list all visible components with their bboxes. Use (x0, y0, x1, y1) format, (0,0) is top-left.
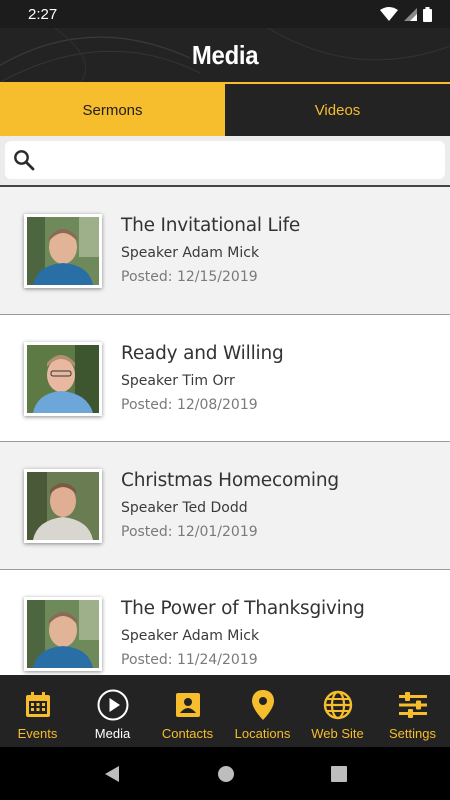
status-time: 2:27 (28, 5, 58, 23)
speaker-photo (24, 596, 102, 671)
sermon-speaker: Speaker Adam Mick (121, 627, 260, 644)
back-icon[interactable] (103, 765, 121, 783)
signal-icon (404, 7, 417, 21)
status-icons (380, 6, 432, 22)
nav-label-settings: Settings (389, 726, 436, 741)
sermon-row[interactable]: The Power of Thanksgiving Speaker Adam M… (0, 569, 450, 675)
sermon-row[interactable]: The Invitational Life Speaker Adam Mick … (0, 187, 450, 315)
nav-label-media: Media (94, 726, 131, 741)
nav-item-web-site[interactable]: Web Site (300, 675, 375, 747)
sliders-icon (397, 689, 429, 721)
wifi-icon (380, 7, 398, 21)
contact-card-icon (172, 689, 204, 721)
tab-sermons[interactable]: Sermons (0, 84, 225, 136)
sermon-posted-date: Posted: 11/24/2019 (121, 651, 258, 668)
sermon-speaker: Speaker Ted Dodd (121, 500, 248, 516)
sermon-title: The Invitational Life (121, 215, 301, 236)
page-title: Media (191, 39, 259, 70)
sermon-posted-date: Posted: 12/01/2019 (121, 524, 258, 540)
bottom-nav: Events Media Contacts Locations Web Site… (0, 675, 450, 747)
nav-label-events: Events (17, 726, 58, 741)
search-input[interactable] (43, 141, 445, 179)
sermon-row[interactable]: Ready and Willing Speaker Tim Orr Posted… (0, 314, 450, 442)
sermon-speaker: Speaker Tim Orr (121, 372, 235, 389)
nav-item-contacts[interactable]: Contacts (150, 675, 225, 747)
speaker-photo (24, 469, 102, 543)
nav-item-locations[interactable]: Locations (225, 675, 300, 747)
nav-label-web-site: Web Site (311, 726, 364, 741)
home-icon[interactable] (217, 765, 235, 783)
nav-label-contacts: Contacts (161, 726, 214, 741)
sermon-posted-date: Posted: 12/08/2019 (121, 396, 258, 413)
globe-icon (322, 689, 354, 721)
calendar-icon (22, 689, 54, 721)
recents-icon[interactable] (331, 765, 347, 782)
search-area (0, 136, 450, 186)
sermon-title: Ready and Willing (121, 342, 284, 364)
app-header: Media (0, 28, 450, 82)
sermon-list: The Invitational Life Speaker Adam Mick … (0, 187, 450, 675)
android-system-nav (0, 747, 450, 800)
media-tabs: Sermons Videos (0, 84, 450, 136)
search-icon (14, 150, 35, 171)
play-icon (97, 689, 129, 721)
nav-item-events[interactable]: Events (0, 675, 75, 747)
map-pin-icon (247, 689, 279, 721)
sermon-title: The Power of Thanksgiving (121, 597, 365, 619)
sermon-title: Christmas Homecoming (121, 470, 339, 491)
sermon-posted-date: Posted: 12/15/2019 (121, 269, 258, 285)
speaker-photo (24, 341, 102, 416)
sermon-row[interactable]: Christmas Homecoming Speaker Ted Dodd Po… (0, 442, 450, 570)
status-bar: 2:27 (0, 0, 450, 28)
nav-item-settings[interactable]: Settings (375, 675, 450, 747)
search-box (5, 141, 445, 179)
speaker-photo (24, 214, 102, 288)
sermon-speaker: Speaker Adam Mick (121, 245, 260, 261)
tab-videos[interactable]: Videos (225, 84, 450, 136)
battery-icon (423, 6, 432, 22)
nav-item-media[interactable]: Media (75, 675, 150, 747)
nav-label-locations: Locations (234, 726, 291, 741)
